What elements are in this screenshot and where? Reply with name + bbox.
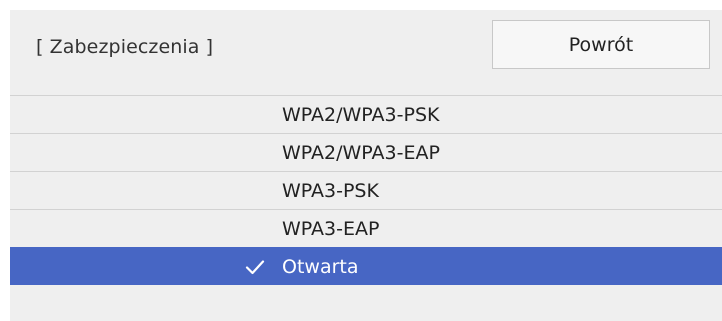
check-icon (245, 260, 265, 275)
list-item-wpa2-wpa3-eap[interactable]: WPA2/WPA3-EAP (10, 133, 722, 171)
security-settings-panel: [ Zabezpieczenia ] Powrót WPA2/WPA3-PSK … (10, 10, 722, 321)
page-title: [ Zabezpieczenia ] (36, 36, 214, 58)
panel-header: [ Zabezpieczenia ] Powrót (10, 10, 722, 95)
back-button[interactable]: Powrót (492, 20, 710, 69)
list-item-wpa3-psk[interactable]: WPA3-PSK (10, 171, 722, 209)
security-options-list: WPA2/WPA3-PSK WPA2/WPA3-EAP WPA3-PSK WPA… (10, 95, 722, 285)
list-item-label: Otwarta (282, 256, 359, 278)
list-item-label: WPA2/WPA3-PSK (282, 104, 440, 126)
list-item-otwarta[interactable]: Otwarta (10, 247, 722, 285)
list-item-label: WPA3-PSK (282, 180, 379, 202)
list-item-label: WPA2/WPA3-EAP (282, 142, 440, 164)
list-item-label: WPA3-EAP (282, 218, 380, 240)
list-item-wpa3-eap[interactable]: WPA3-EAP (10, 209, 722, 247)
list-item-wpa2-wpa3-psk[interactable]: WPA2/WPA3-PSK (10, 95, 722, 133)
